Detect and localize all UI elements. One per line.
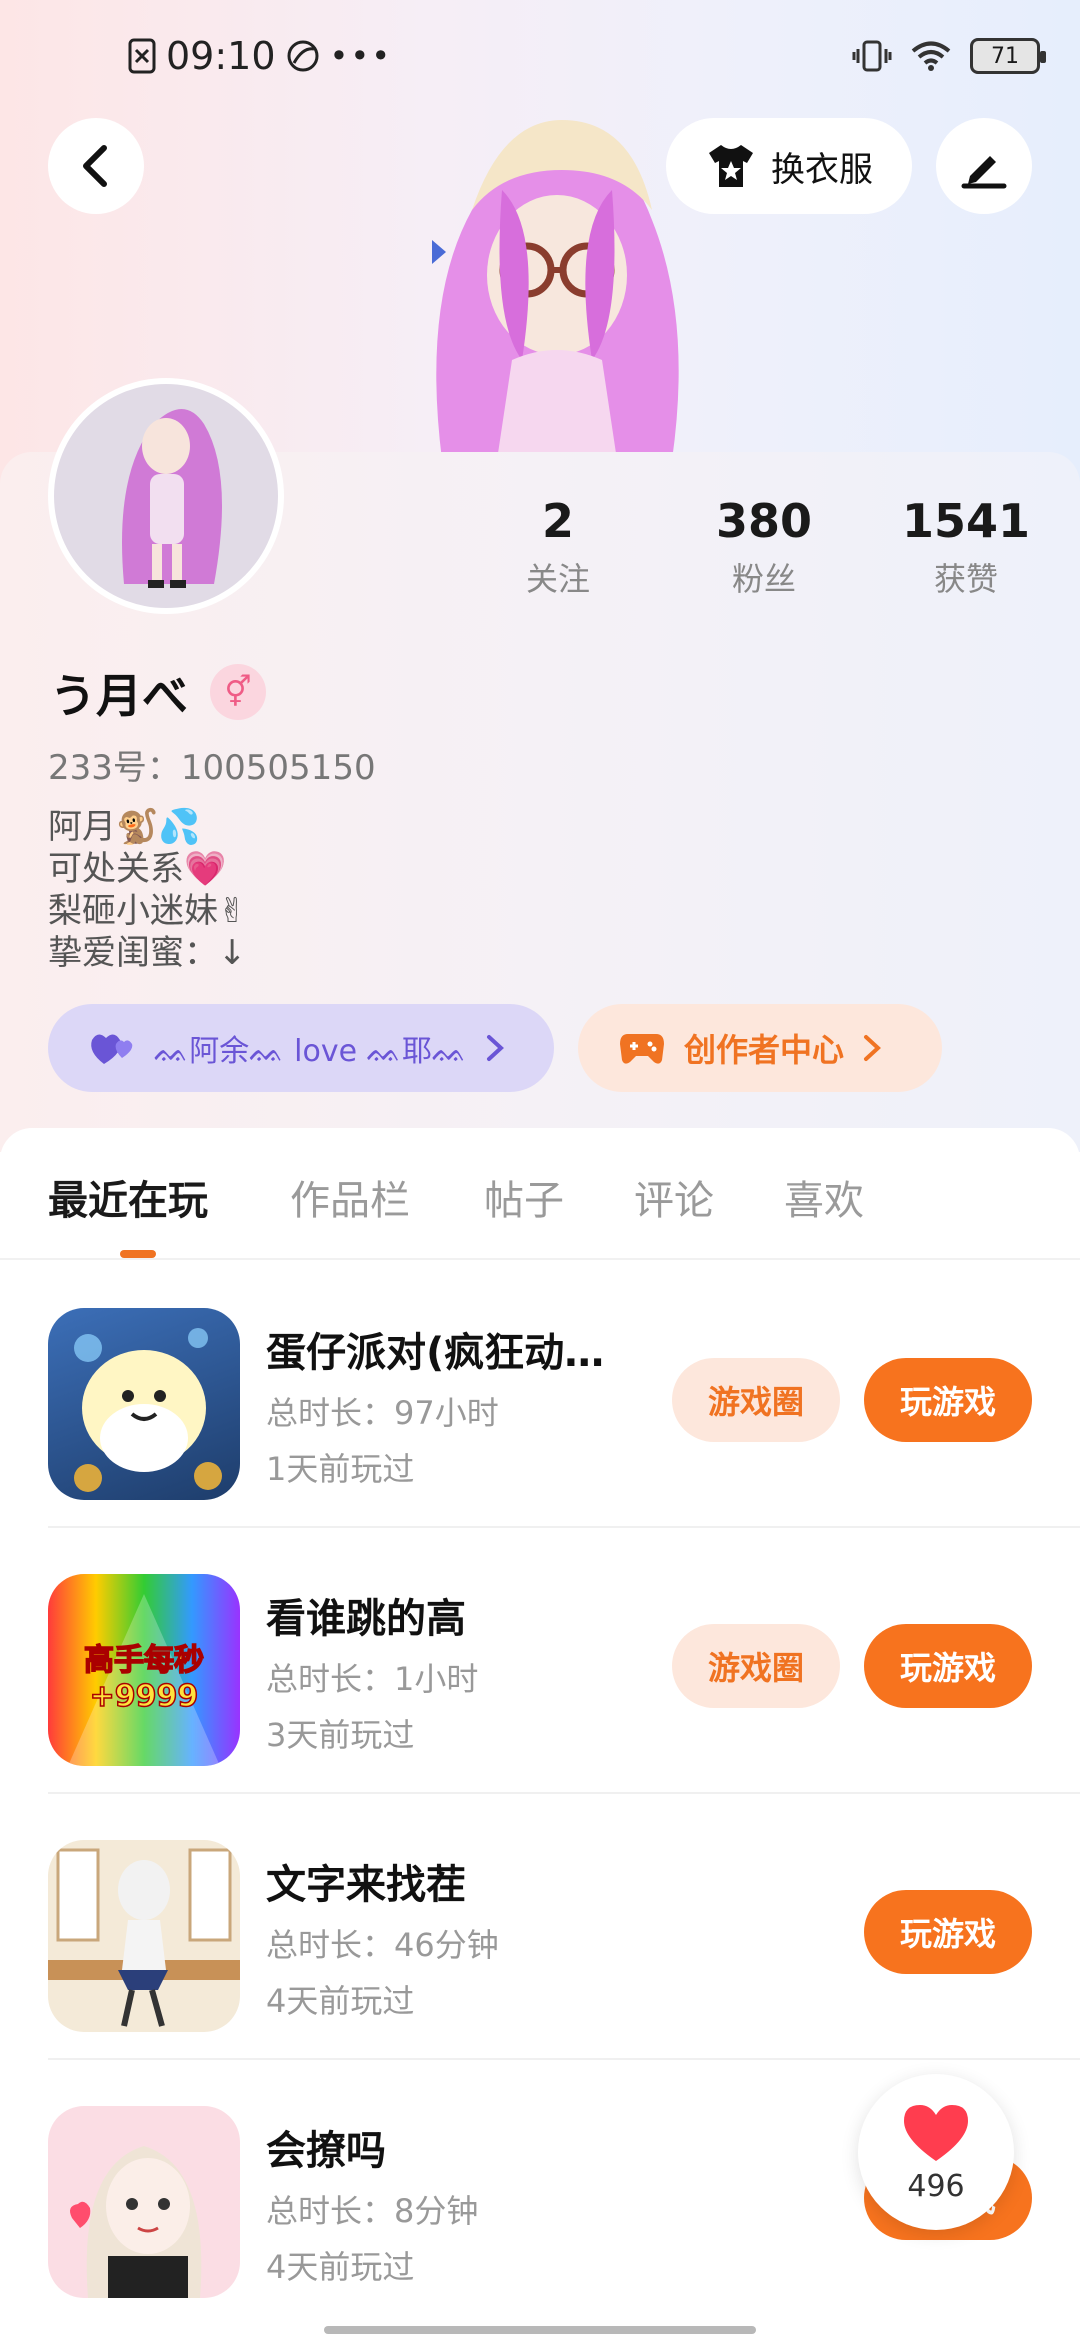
user-id: 233号：100505150 xyxy=(48,748,376,788)
tab-recently-played[interactable]: 最近在玩 xyxy=(48,1168,208,1226)
game-icon-spot-difference xyxy=(48,1840,240,2032)
stat-followers-count: 380 xyxy=(715,494,813,548)
game-title: 蛋仔派对(疯狂动… xyxy=(266,1330,605,1376)
stat-following[interactable]: 2 关注 xyxy=(458,494,658,600)
gender-badge: ⚥ xyxy=(210,664,266,720)
tab-works[interactable]: 作品栏 xyxy=(290,1168,410,1226)
more-dots-icon: ••• xyxy=(329,37,393,75)
tshirt-icon xyxy=(709,145,753,187)
creator-center-chip[interactable]: 创作者中心 xyxy=(578,1004,942,1092)
game-icon-jump-high: 高手每秒 +9999 xyxy=(48,1574,240,1766)
game-circle-button[interactable]: 游戏圈 xyxy=(672,1358,840,1442)
chevron-right-icon xyxy=(864,1035,881,1061)
game-icon-eggy-party xyxy=(48,1308,240,1500)
game-duration: 总时长：97小时 xyxy=(266,1394,499,1432)
vibrate-icon xyxy=(852,40,892,72)
bio: 阿月🐒💦 可处关系💗 梨砸小迷妹✌ 挚爱闺蜜：↓ xyxy=(48,806,247,974)
dress-up-label: 换衣服 xyxy=(771,149,873,190)
stat-followers-label: 粉丝 xyxy=(731,560,796,598)
game-icon-text: 高手每秒 xyxy=(84,1643,204,1678)
stat-followers[interactable]: 380 粉丝 xyxy=(664,494,864,600)
status-time: 09:10 xyxy=(166,34,276,78)
game-last-played: 4天前玩过 xyxy=(266,2248,415,2286)
heart-icon xyxy=(904,2104,968,2161)
creator-center-label: 创作者中心 xyxy=(684,1031,845,1069)
game-last-played: 1天前玩过 xyxy=(266,1450,415,1488)
avatar[interactable] xyxy=(48,378,284,614)
nickname: う月べ xyxy=(50,669,188,723)
bio-line: 梨砸小迷妹✌ xyxy=(48,891,247,931)
game-title: 文字来找茬 xyxy=(266,1862,466,1908)
gamepad-icon xyxy=(620,1034,664,1064)
game-duration: 总时长：1小时 xyxy=(266,1660,479,1698)
game-title: 看谁跳的高 xyxy=(266,1596,466,1642)
game-last-played: 4天前玩过 xyxy=(266,1982,415,2020)
stat-likes-count: 1541 xyxy=(901,494,1031,548)
stat-following-label: 关注 xyxy=(525,560,590,598)
game-title: 会撩吗 xyxy=(266,2128,386,2174)
stat-likes[interactable]: 1541 获赞 xyxy=(866,494,1066,600)
bio-line: 可处关系💗 xyxy=(48,849,227,889)
tab-likes[interactable]: 喜欢 xyxy=(784,1168,864,1226)
pen-icon xyxy=(961,156,1007,189)
tab-posts[interactable]: 帖子 xyxy=(484,1168,564,1226)
list-item[interactable]: 文字来找茬 总时长：46分钟 4天前玩过 玩游戏 xyxy=(0,1794,1080,2060)
tab-comments[interactable]: 评论 xyxy=(634,1168,714,1226)
list-item[interactable]: 高手每秒 +9999 看谁跳的高 总时长：1小时 3天前玩过 游戏圈 玩游戏 xyxy=(0,1528,1080,1794)
edit-profile-button[interactable] xyxy=(936,118,1032,214)
chevron-left-icon xyxy=(83,145,107,187)
svg-text:+9999: +9999 xyxy=(90,1679,199,1714)
play-game-button[interactable]: 玩游戏 xyxy=(864,1358,1032,1442)
relation-chip-label: ᨐ阿余ᨐ love ᨐ耶ᨐ xyxy=(154,1034,468,1069)
divider xyxy=(0,1258,1080,1260)
stat-following-count: 2 xyxy=(541,494,574,548)
tab-indicator xyxy=(120,1250,156,1258)
stat-likes-label: 获赞 xyxy=(933,560,998,598)
home-indicator[interactable] xyxy=(324,2326,756,2334)
list-item[interactable]: 蛋仔派对(疯狂动… 总时长：97小时 1天前玩过 游戏圈 玩游戏 xyxy=(0,1262,1080,1528)
game-last-played: 3天前玩过 xyxy=(266,1716,415,1754)
game-circle-button[interactable]: 游戏圈 xyxy=(672,1624,840,1708)
leaf-icon xyxy=(287,40,319,72)
bio-line: 阿月🐒💦 xyxy=(48,807,201,847)
sim-icon xyxy=(128,38,156,74)
wifi-icon xyxy=(911,41,951,71)
dress-up-button[interactable]: 换衣服 xyxy=(666,118,912,214)
play-game-button[interactable]: 玩游戏 xyxy=(864,1890,1032,1974)
avatar-figure xyxy=(122,409,222,588)
game-duration: 总时长：8分钟 xyxy=(266,2192,479,2230)
chevron-right-icon xyxy=(487,1035,505,1061)
hearts-icon xyxy=(91,1034,133,1064)
like-float-button[interactable]: 496 xyxy=(858,2074,1014,2230)
play-game-button[interactable]: 玩游戏 xyxy=(864,1624,1032,1708)
like-count: 496 xyxy=(907,2168,965,2204)
bio-line: 挚爱闺蜜：↓ xyxy=(48,933,247,973)
relation-chip[interactable]: ᨐ阿余ᨐ love ᨐ耶ᨐ xyxy=(48,1004,554,1092)
game-duration: 总时长：46分钟 xyxy=(266,1926,499,1964)
character-figure xyxy=(402,100,702,460)
gender-icon: ⚥ xyxy=(224,674,252,710)
game-icon-flirt xyxy=(48,2106,240,2298)
battery-icon: 71 xyxy=(970,38,1046,74)
back-button[interactable] xyxy=(48,118,144,214)
